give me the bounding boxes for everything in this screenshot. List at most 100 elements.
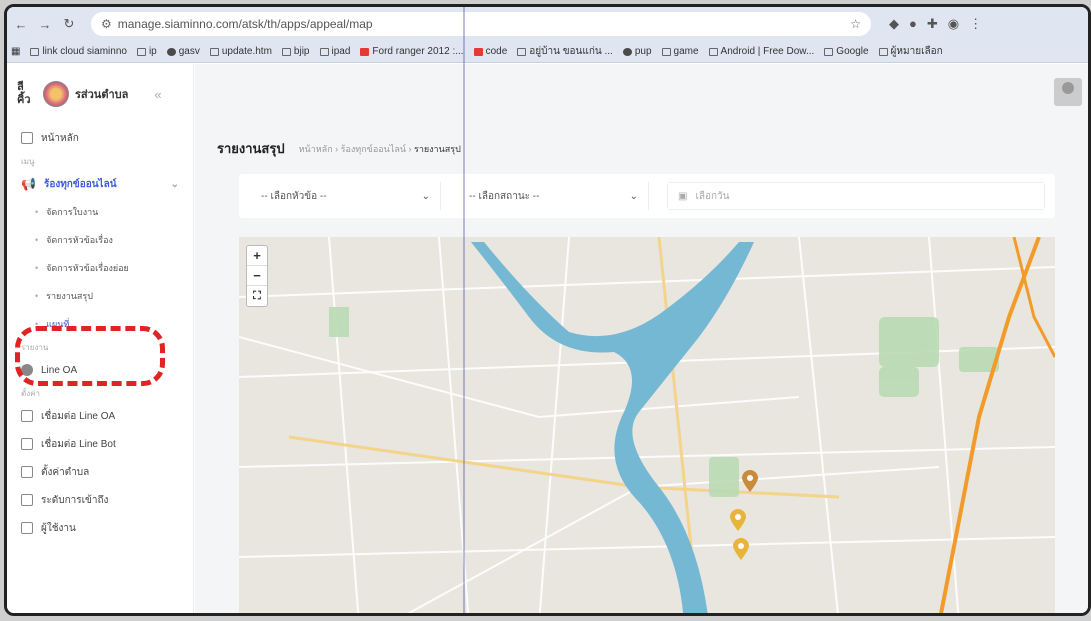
zoom-in-button[interactable]: + [247,246,267,266]
avatar[interactable] [1054,78,1082,106]
bookmark-label: Google [836,46,869,57]
bookmark[interactable]: pup [622,46,652,57]
star-icon[interactable]: ☆ [850,17,861,31]
map-tiles [239,237,1055,613]
sidebar-item-label: เชื่อมต่อ Line Bot [41,438,116,450]
puzzle-icon[interactable]: ✚ [927,16,938,32]
bookmark[interactable]: อยู่บ้าน ขอนแก่น ... [517,44,613,59]
url-text: manage.siaminno.com/atsk/th/apps/appeal/… [117,17,373,31]
reload-icon[interactable]: ↻ [61,16,77,32]
topic-select[interactable]: -- เลือกหัวข้อ -- ⌄ [251,182,441,210]
brand-prefix: ลีคิ้ว [17,80,31,106]
bookmark[interactable]: link cloud siaminno [30,46,127,57]
bookmark-label: game [673,46,699,57]
bookmark[interactable]: update.htm [209,46,272,57]
sidebar-item-home[interactable]: หน้าหลัก [7,124,193,152]
profile-icon[interactable]: ◉ [948,16,959,32]
map-marker[interactable] [730,509,746,531]
topic-select-value: -- เลือกหัวข้อ -- [261,190,327,202]
link-icon [21,410,33,422]
breadcrumb-home[interactable]: หน้าหลัก [299,144,333,154]
bookmark-label: Android | Free Dow... [720,46,815,57]
zoom-controls: + − ⛶ [246,245,268,307]
bookmark-label: gasv [178,46,200,57]
link-icon [21,438,33,450]
settings-icon [21,466,33,478]
bookmark-label: ipad [331,46,351,57]
map-marker[interactable] [733,538,749,560]
map-view[interactable]: + − ⛶ [239,237,1055,613]
scan-artifact-line [463,7,465,613]
zoom-out-button[interactable]: − [247,266,267,286]
home-icon [21,132,33,144]
sidebar-item-subdistrict-settings[interactable]: ตั้งค่าตำบล [7,458,193,486]
sidebar: ลีคิ้ว รส่วนตำบล « หน้าหลัก เมนู 📢 ร้องท… [7,64,194,613]
bookmark-label: update.htm [221,46,272,57]
bookmark-label: Ford ranger 2012 :... [372,46,464,57]
brand-logo [43,81,69,107]
bookmark[interactable]: code [473,46,507,57]
bookmark[interactable]: game [661,46,699,57]
bookmark-label: ip [148,46,157,57]
sidebar-subitem-summary[interactable]: รายงานสรุป [7,282,193,310]
extension-icons: ◆ ● ✚ ◉ ⋮ [889,16,982,32]
bookmark-label: link cloud siaminno [42,46,127,57]
bookmark[interactable]: gasv [166,46,200,57]
breadcrumb-current: รายงานสรุป [413,143,461,154]
bookmark[interactable]: ipad [319,46,351,57]
sidebar-item-label: เชื่อมต่อ Line OA [41,410,116,422]
apps-icon[interactable]: ▦ [11,46,20,57]
filter-bar: -- เลือกหัวข้อ -- ⌄ -- เลือกสถานะ -- ⌄ ▣… [239,174,1055,218]
sidebar-item-label: ระดับการเข้าถึง [41,494,109,506]
collapse-sidebar-icon[interactable]: « [154,87,161,102]
brand-name: รส่วนตำบล [75,89,129,101]
extension-icon[interactable]: ◆ [889,16,899,32]
bookmark-label: pup [634,46,652,57]
sidebar-item-label: ตั้งค่าตำบล [41,466,90,478]
section-label-settings: ตั้งค่า [21,388,40,398]
bookmark[interactable]: ผู้หมายเลือก [878,44,943,59]
map-marker[interactable] [742,470,758,492]
sidebar-item-connect-line-oa[interactable]: เชื่อมต่อ Line OA [7,402,193,430]
page-header: รายงานสรุป หน้าหลัก › ร้องทุกข์ออนไลน์ ›… [217,138,461,159]
annotation-highlight-ring [15,326,165,386]
back-icon[interactable]: ← [13,16,29,32]
menu-icon[interactable]: ⋮ [969,16,982,32]
date-input[interactable]: ▣ เลือกวัน [667,182,1045,210]
bookmark-label: ผู้หมายเลือก [890,46,943,57]
sidebar-item-label: ผู้ใช้งาน [41,522,76,534]
bookmark[interactable]: Android | Free Dow... [708,46,815,57]
sidebar-subitem-topics[interactable]: จัดการหัวข้อเรื่อง [7,226,193,254]
sidebar-item-label: หน้าหลัก [41,132,79,144]
fullscreen-button[interactable]: ⛶ [247,286,267,306]
site-info-icon[interactable]: ⚙ [101,17,112,31]
sidebar-subitem-worksheets[interactable]: จัดการใบงาน [7,198,193,226]
browser-toolbar: ← → ↻ ⚙ manage.siaminno.com/atsk/th/apps… [7,7,1088,41]
bookmarks-bar: ▦ link cloud siaminno ip gasv update.htm… [7,41,1088,63]
page-title: รายงานสรุป [217,141,285,156]
sidebar-item-access-level[interactable]: ระดับการเข้าถึง [7,486,193,514]
address-bar[interactable]: ⚙ manage.siaminno.com/atsk/th/apps/appea… [91,12,871,36]
sidebar-item-users[interactable]: ผู้ใช้งาน [7,514,193,542]
forward-icon[interactable]: → [37,16,53,32]
megaphone-icon: 📢 [21,177,36,191]
brand[interactable]: ลีคิ้ว รส่วนตำบล « [7,64,193,124]
section-label-menu: เมนู [21,156,35,166]
sidebar-item-complaints[interactable]: 📢 ร้องทุกข์ออนไลน์ ⌄ [7,170,193,198]
chevron-down-icon: ⌄ [170,178,179,190]
status-select[interactable]: -- เลือกสถานะ -- ⌄ [459,182,649,210]
users-icon [21,522,33,534]
bookmark[interactable]: ip [136,46,157,57]
chevron-down-icon: ⌄ [421,190,430,202]
bookmark[interactable]: Ford ranger 2012 :... [360,46,464,57]
bookmark[interactable]: bjip [281,46,310,57]
date-input-placeholder: เลือกวัน [695,190,730,202]
main-content: รายงานสรุป หน้าหลัก › ร้องทุกข์ออนไลน์ ›… [195,124,1088,613]
sidebar-subitem-subtopics[interactable]: จัดการหัวข้อเรื่องย่อย [7,254,193,282]
breadcrumb-complaints[interactable]: ร้องทุกข์ออนไลน์ [341,144,406,154]
sidebar-item-connect-line-bot[interactable]: เชื่อมต่อ Line Bot [7,430,193,458]
status-select-value: -- เลือกสถานะ -- [469,190,540,202]
bookmark[interactable]: Google [824,46,869,57]
extension-icon[interactable]: ● [909,16,917,32]
lock-icon [21,494,33,506]
